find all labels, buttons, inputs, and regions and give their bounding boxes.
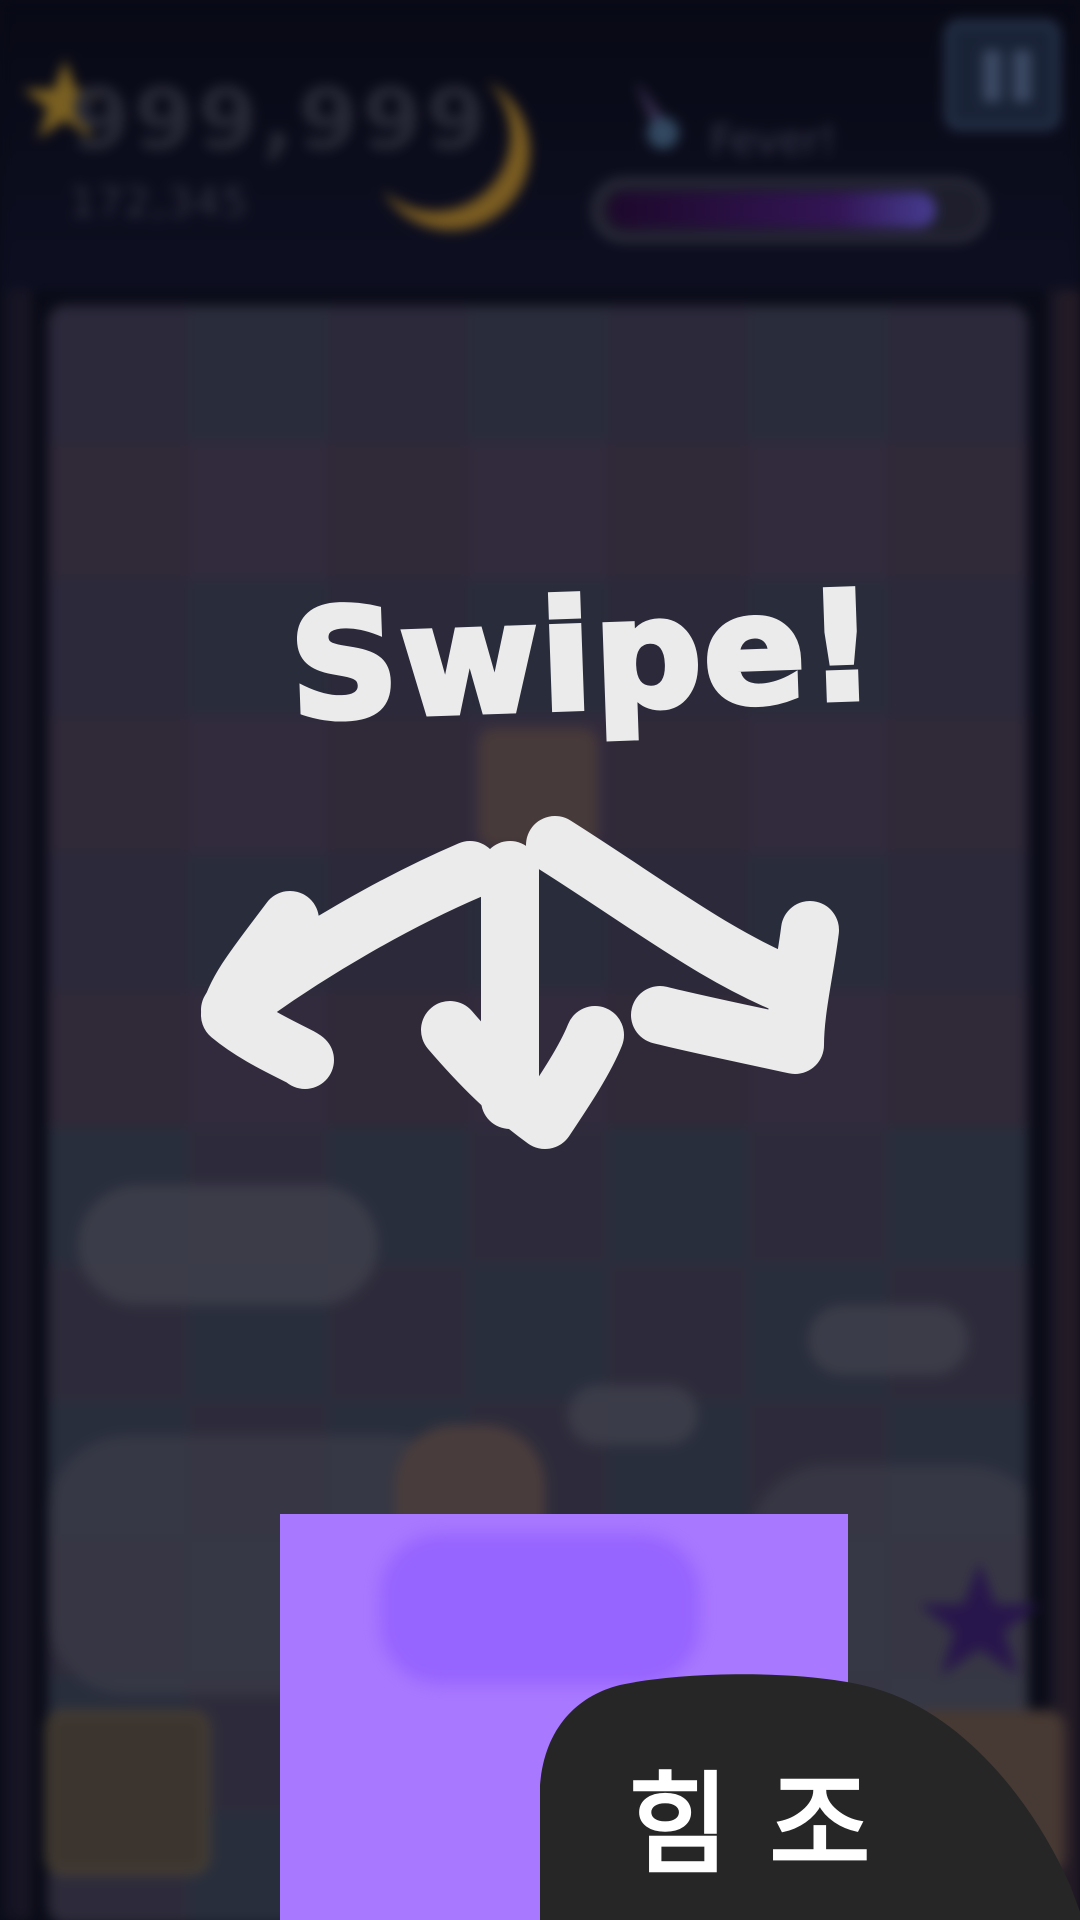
tip-text: 힘조	[628, 1761, 911, 1889]
swipe-arrows	[201, 816, 839, 1149]
arrow-down-right-shaft	[526, 816, 829, 1019]
swipe-hint-text: Swipe!	[284, 557, 883, 757]
game-screen: 999,999 172,345 Fever! Swipe! 힘조	[0, 0, 1080, 1920]
